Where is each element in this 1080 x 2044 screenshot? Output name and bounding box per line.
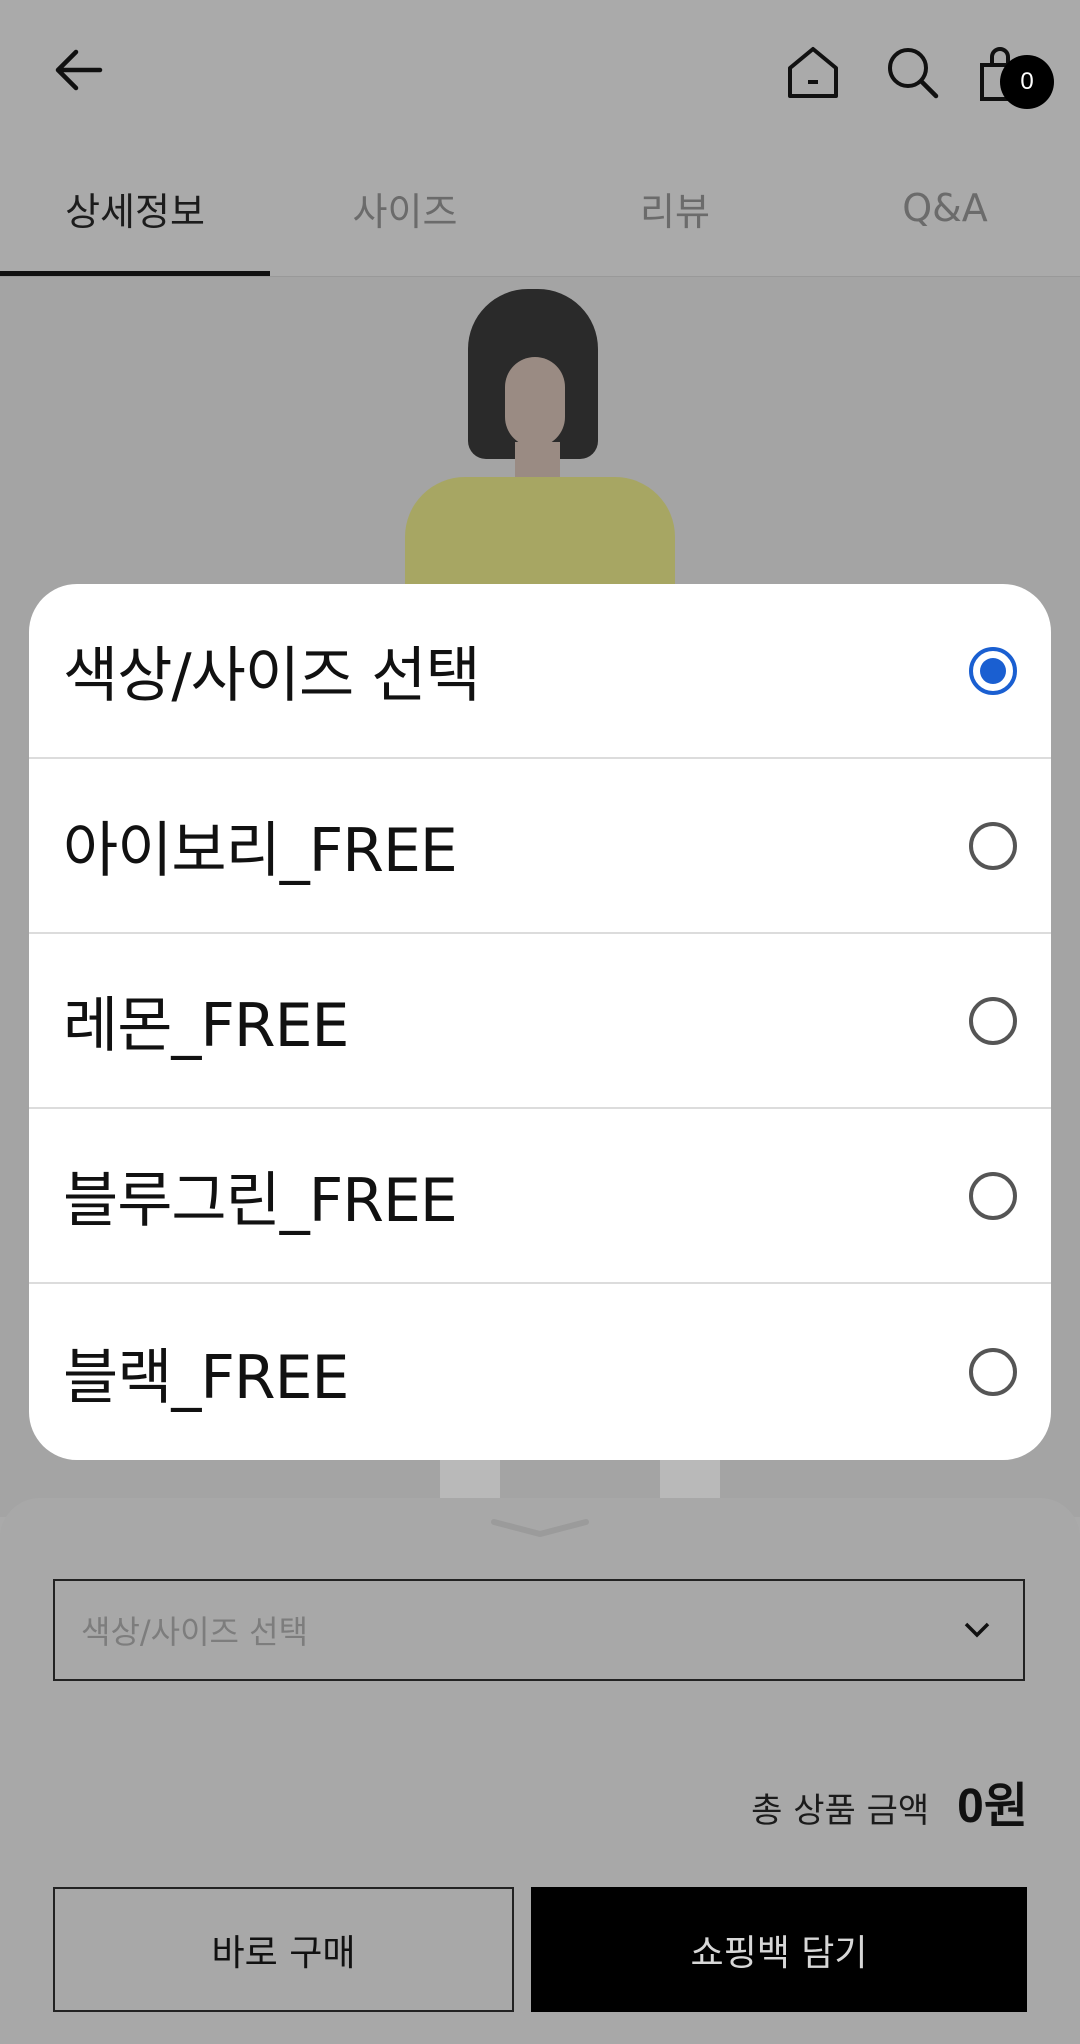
radio-selected-icon[interactable] — [969, 646, 1017, 695]
detail-tabs: 상세정보 사이즈 리뷰 Q&A — [0, 140, 1080, 277]
total-price: 총 상품 금액 0원 — [751, 1766, 1028, 1836]
option-item[interactable]: 블랙_FREE — [29, 1284, 1051, 1460]
radio-icon[interactable] — [969, 1348, 1017, 1396]
total-price-label: 총 상품 금액 — [751, 1791, 930, 1831]
collapse-handle-icon[interactable] — [490, 1518, 590, 1538]
back-button[interactable] — [40, 30, 120, 110]
tab-details[interactable]: 상세정보 — [0, 140, 270, 276]
buy-now-button[interactable]: 바로 구매 — [53, 1887, 514, 2012]
model-neck — [515, 442, 560, 482]
option-select[interactable]: 색상/사이즈 선택 — [53, 1579, 1025, 1681]
option-label: 레몬_FREE — [63, 991, 349, 1061]
option-label: 색상/사이즈 선택 — [63, 641, 481, 711]
top-app-bar: 0 — [0, 0, 1080, 140]
option-item[interactable]: 레몬_FREE — [29, 934, 1051, 1109]
model-face — [505, 357, 565, 447]
search-button[interactable] — [870, 30, 955, 115]
option-item[interactable]: 아이보리_FREE — [29, 759, 1051, 934]
chevron-down-icon — [957, 1610, 997, 1650]
bag-count-badge: 0 — [1000, 55, 1054, 109]
tab-reviews[interactable]: 리뷰 — [540, 140, 810, 276]
tab-qna[interactable]: Q&A — [810, 140, 1080, 276]
home-button[interactable] — [770, 30, 855, 115]
total-price-value: 0원 — [957, 1780, 1028, 1833]
radio-icon[interactable] — [969, 996, 1017, 1045]
purchase-sheet: 색상/사이즈 선택 총 상품 금액 0원 바로 구매 쇼핑백 담기 — [0, 1498, 1080, 2044]
option-item[interactable]: 색상/사이즈 선택 — [29, 584, 1051, 759]
option-item[interactable]: 블루그린_FREE — [29, 1109, 1051, 1284]
home-icon — [787, 46, 838, 98]
tab-size[interactable]: 사이즈 — [270, 140, 540, 276]
radio-icon[interactable] — [969, 1171, 1017, 1220]
option-label: 아이보리_FREE — [63, 816, 458, 886]
option-label: 블랙_FREE — [63, 1342, 349, 1413]
arrow-left-icon — [55, 49, 103, 91]
option-label: 블루그린_FREE — [63, 1166, 458, 1236]
radio-icon[interactable] — [969, 821, 1017, 870]
add-to-bag-button[interactable]: 쇼핑백 담기 — [531, 1887, 1027, 2012]
option-dialog: 색상/사이즈 선택 아이보리_FREE 레몬_FREE 블루그린_FREE 블랙… — [29, 584, 1051, 1460]
option-select-placeholder: 색상/사이즈 선택 — [81, 1613, 309, 1651]
search-icon — [887, 47, 938, 98]
